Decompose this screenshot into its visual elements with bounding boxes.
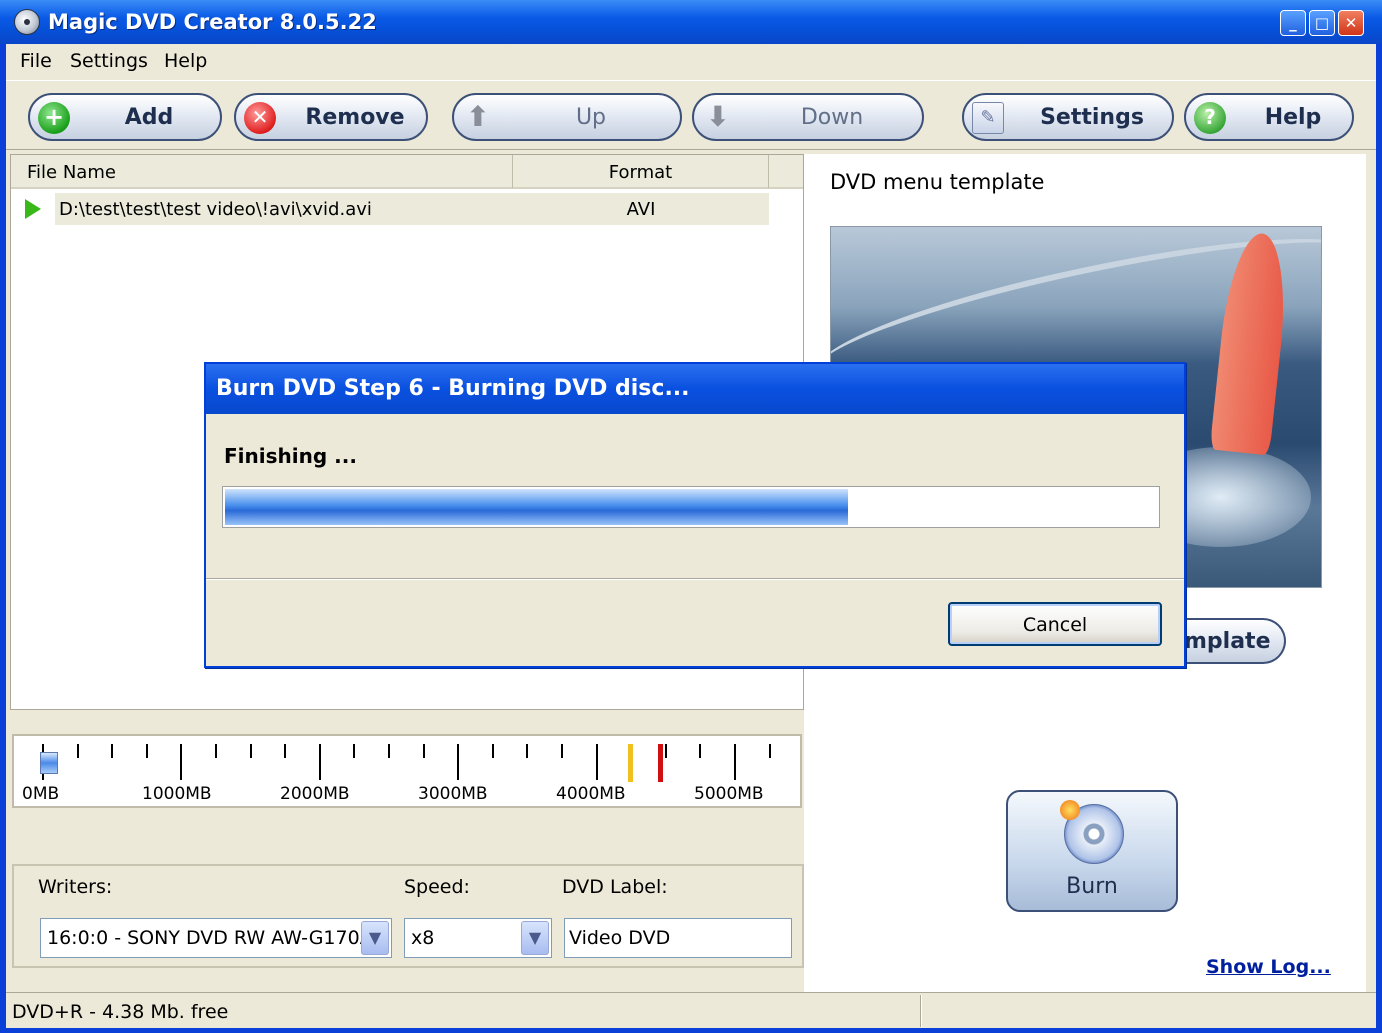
chevron-down-icon[interactable]: ▼ xyxy=(361,921,389,955)
status-separator xyxy=(920,995,922,1027)
capacity-major-tick xyxy=(457,744,460,780)
dvd5-limit-marker xyxy=(628,744,633,782)
down-label: Down xyxy=(800,105,864,130)
add-icon: + xyxy=(38,102,70,134)
close-button[interactable]: ✕ xyxy=(1338,10,1364,36)
file-name-cell: D:\test\test\test video\!avi\xvid.avi xyxy=(59,199,372,220)
cancel-button[interactable]: Cancel xyxy=(948,602,1162,646)
capacity-label-2000: 2000MB xyxy=(280,784,350,804)
capacity-label-4000: 4000MB xyxy=(556,784,626,804)
minimize-button[interactable]: _ xyxy=(1280,10,1306,36)
up-label: Up xyxy=(575,105,607,130)
arrow-up-icon: ⬆ xyxy=(466,100,490,133)
progress-fill xyxy=(225,489,849,525)
flame-icon xyxy=(1060,800,1080,820)
dvd-label-label: DVD Label: xyxy=(562,876,668,898)
help-icon: ? xyxy=(1194,102,1226,134)
capacity-minor-tick xyxy=(284,744,287,758)
up-button[interactable]: ⬆ Up xyxy=(452,93,682,141)
settings-button[interactable]: ✎ Settings xyxy=(962,93,1174,141)
speed-label: Speed: xyxy=(404,876,470,898)
capacity-label-1000: 1000MB xyxy=(142,784,212,804)
capacity-label-0: 0MB xyxy=(22,784,60,804)
capacity-gauge: 0MB 1000MB 2000MB 3000MB 4000MB 5000MB xyxy=(12,734,802,808)
arrow-down-icon: ⬇ xyxy=(706,100,730,133)
settings-label: Settings xyxy=(1040,105,1144,130)
template-label: DVD menu template xyxy=(830,170,1045,194)
column-header-filler xyxy=(769,155,803,189)
app-window: Magic DVD Creator 8.0.5.22 _ □ ✕ File Se… xyxy=(0,0,1382,1033)
writer-select[interactable]: 16:0:0 - SONY DVD RW AW-G170A ▼ xyxy=(40,918,392,958)
writer-value: 16:0:0 - SONY DVD RW AW-G170A xyxy=(47,927,373,949)
capacity-minor-tick xyxy=(664,744,667,758)
capacity-major-tick xyxy=(318,744,321,780)
title-bar[interactable]: Magic DVD Creator 8.0.5.22 _ □ ✕ xyxy=(0,0,1382,44)
help-button[interactable]: ? Help xyxy=(1184,93,1354,141)
capacity-minor-tick xyxy=(699,744,702,758)
toolbar: + Add ✕ Remove ⬆ Up ⬇ Down ✎ Settings ? … xyxy=(6,80,1376,150)
capacity-minor-tick xyxy=(353,744,356,758)
remove-icon: ✕ xyxy=(244,102,276,134)
burn-button[interactable]: Burn xyxy=(1006,790,1178,912)
capacity-minor-tick xyxy=(388,744,390,758)
column-header-format[interactable]: Format xyxy=(513,155,769,189)
capacity-minor-tick xyxy=(561,744,563,758)
burn-progress-dialog: Burn DVD Step 6 - Burning DVD disc... Fi… xyxy=(204,362,1186,668)
play-arrow-icon xyxy=(25,199,41,219)
menu-settings[interactable]: Settings xyxy=(70,50,148,72)
dialog-separator xyxy=(206,578,1184,580)
speed-select[interactable]: x8 ▼ xyxy=(404,918,552,958)
speed-value: x8 xyxy=(411,927,435,949)
burn-label: Burn xyxy=(1066,874,1118,899)
status-bar: DVD+R - 4.38 Mb. free xyxy=(6,992,1376,1028)
maximize-button[interactable]: □ xyxy=(1309,10,1335,36)
file-format-cell: AVI xyxy=(626,199,656,220)
app-disc-icon xyxy=(14,9,40,35)
show-log-link[interactable]: Show Log... xyxy=(1206,956,1331,978)
progress-bar xyxy=(222,486,1160,528)
dialog-status-text: Finishing ... xyxy=(224,444,357,468)
dvd-label-input[interactable] xyxy=(564,918,792,958)
writer-panel: Writers: Speed: DVD Label: 16:0:0 - SONY… xyxy=(12,864,804,968)
capacity-label-5000: 5000MB xyxy=(694,784,764,804)
capacity-major-tick xyxy=(595,744,598,780)
capacity-minor-tick xyxy=(145,744,148,758)
capacity-minor-tick xyxy=(422,744,425,758)
column-header-file-name[interactable]: File Name xyxy=(11,155,513,189)
capacity-used-bar xyxy=(40,752,58,774)
capacity-minor-tick xyxy=(768,744,771,758)
menu-bar: File Settings Help xyxy=(6,44,1376,80)
capacity-minor-tick xyxy=(76,744,79,758)
capacity-max-marker xyxy=(658,744,663,782)
down-button[interactable]: ⬇ Down xyxy=(692,93,924,141)
help-label: Help xyxy=(1264,105,1322,130)
capacity-minor-tick xyxy=(249,744,252,758)
menu-help[interactable]: Help xyxy=(164,50,207,72)
menu-file[interactable]: File xyxy=(20,50,52,72)
capacity-label-3000: 3000MB xyxy=(418,784,488,804)
capacity-major-tick xyxy=(180,744,183,780)
capacity-minor-tick xyxy=(491,744,494,758)
settings-document-icon: ✎ xyxy=(972,102,1004,134)
add-label: Add xyxy=(124,105,174,130)
capacity-minor-tick xyxy=(111,744,114,758)
chevron-down-icon[interactable]: ▼ xyxy=(521,921,549,955)
add-button[interactable]: + Add xyxy=(28,93,222,141)
remove-label: Remove xyxy=(305,105,405,130)
capacity-minor-tick xyxy=(215,744,217,758)
dialog-title[interactable]: Burn DVD Step 6 - Burning DVD disc... xyxy=(206,364,1184,414)
remove-button[interactable]: ✕ Remove xyxy=(234,93,428,141)
writers-label: Writers: xyxy=(38,876,113,898)
capacity-minor-tick xyxy=(526,744,529,758)
capacity-major-tick xyxy=(734,744,736,780)
status-text: DVD+R - 4.38 Mb. free xyxy=(12,1001,229,1023)
window-title: Magic DVD Creator 8.0.5.22 xyxy=(48,10,377,34)
